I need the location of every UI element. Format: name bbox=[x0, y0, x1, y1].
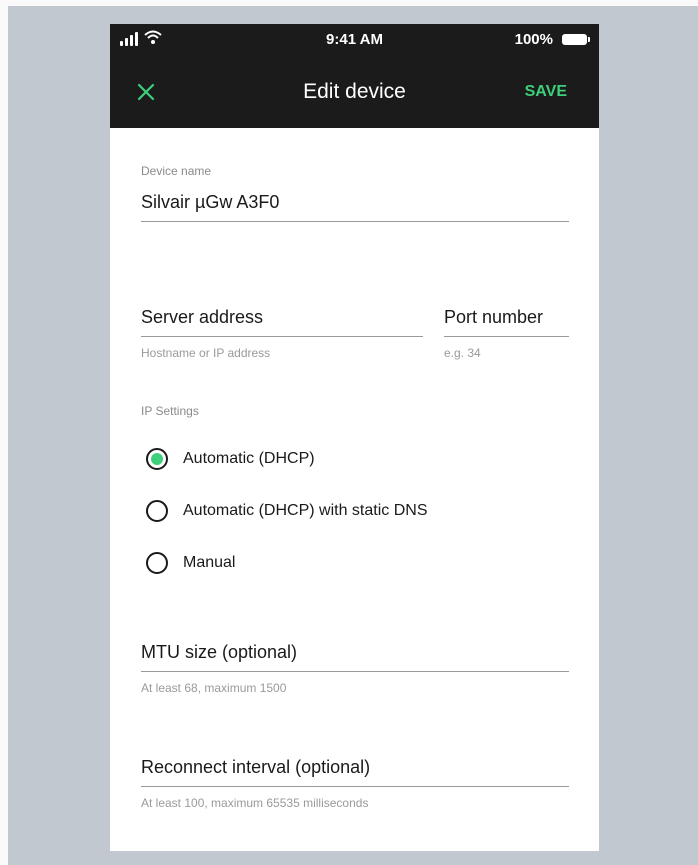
port-number-helper: e.g. 34 bbox=[444, 346, 481, 360]
mtu-size-input[interactable]: MTU size (optional) bbox=[141, 642, 297, 663]
radio-automatic-dhcp[interactable]: Automatic (DHCP) bbox=[146, 448, 315, 470]
radio-checked-icon[interactable] bbox=[146, 448, 168, 470]
device-name-underline bbox=[141, 221, 569, 222]
radio-label: Manual bbox=[183, 554, 236, 571]
battery-percentage: 100% bbox=[514, 31, 553, 48]
server-address-helper: Hostname or IP address bbox=[141, 346, 271, 360]
device-name-input[interactable]: Silvair µGw A3F0 bbox=[141, 192, 279, 213]
radio-unchecked-icon[interactable] bbox=[146, 552, 168, 574]
reconnect-interval-underline bbox=[141, 786, 569, 787]
radio-label: Automatic (DHCP) bbox=[183, 450, 315, 467]
reconnect-interval-input[interactable]: Reconnect interval (optional) bbox=[141, 757, 370, 778]
server-address-input[interactable]: Server address bbox=[141, 307, 263, 328]
save-button[interactable]: SAVE bbox=[525, 83, 567, 101]
port-number-input[interactable]: Port number bbox=[444, 307, 543, 328]
radio-label: Automatic (DHCP) with static DNS bbox=[183, 502, 428, 519]
mtu-size-underline bbox=[141, 671, 569, 672]
mtu-size-helper: At least 68, maximum 1500 bbox=[141, 681, 287, 695]
top-backdrop-edge bbox=[0, 0, 698, 6]
left-backdrop-edge bbox=[0, 0, 8, 865]
server-address-underline bbox=[141, 336, 423, 337]
radio-unchecked-icon[interactable] bbox=[146, 500, 168, 522]
battery-icon bbox=[562, 34, 590, 45]
ip-settings-label: IP Settings bbox=[141, 404, 199, 418]
port-number-underline bbox=[444, 336, 569, 337]
app-header: 9:41 AM 100% Edit device SAVE bbox=[110, 24, 599, 128]
phone-screen: 9:41 AM 100% Edit device SAVE Device nam… bbox=[110, 24, 599, 851]
device-name-label: Device name bbox=[141, 164, 212, 178]
radio-automatic-dhcp-static-dns[interactable]: Automatic (DHCP) with static DNS bbox=[146, 500, 428, 522]
reconnect-interval-helper: At least 100, maximum 65535 milliseconds bbox=[141, 796, 369, 810]
radio-manual[interactable]: Manual bbox=[146, 552, 235, 574]
